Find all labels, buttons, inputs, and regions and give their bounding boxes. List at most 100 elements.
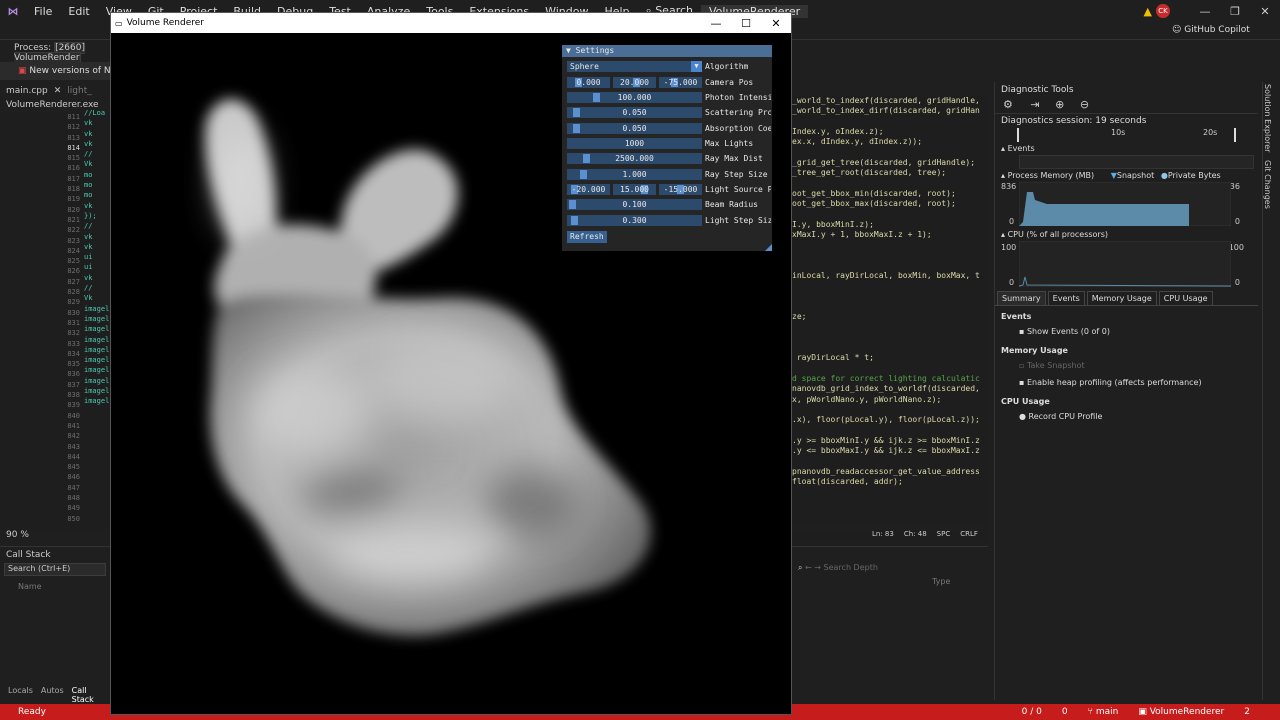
absorption-label: Absorption Coe xyxy=(705,124,771,133)
max-lights-label: Max Lights xyxy=(705,139,754,148)
code-line: // xyxy=(84,150,93,159)
tab-call-stack[interactable]: Call Stack xyxy=(72,686,110,704)
photon-intensity-slider[interactable]: 100.000 xyxy=(567,92,702,103)
maximize-button[interactable]: ☐ xyxy=(731,17,761,30)
line-number: 830 xyxy=(67,308,80,317)
warning-icon[interactable]: ▲ xyxy=(1140,5,1156,18)
max-lights-slider[interactable]: 1000 xyxy=(567,138,702,149)
code-line: vk xyxy=(84,119,93,128)
git-changes-tab[interactable]: Git Changes xyxy=(1263,152,1272,209)
tab-locals[interactable]: Locals xyxy=(8,686,33,700)
show-events-link[interactable]: ▪ Show Events (0 of 0) xyxy=(995,323,1258,340)
events-section-label[interactable]: ▴ Events xyxy=(995,142,1258,155)
tab-main-cpp[interactable]: main.cpp xyxy=(6,86,48,96)
branch-icon: ⑂ xyxy=(1087,707,1096,717)
tab-autos[interactable]: Autos xyxy=(41,686,64,700)
code-line: vk xyxy=(84,139,93,148)
renderer-titlebar[interactable]: ▭ Volume Renderer — ☐ ✕ xyxy=(111,13,791,33)
code-line: imagel xyxy=(84,356,110,365)
code-line: _world_to_index_dirf(discarded, gridHan xyxy=(792,106,980,116)
line-number: 818 xyxy=(67,185,80,194)
camera-pos-x-slider[interactable]: 0.000 xyxy=(567,77,610,88)
memory-section-label[interactable]: ▴ Process Memory (MB) ▼Snapshot ●Private… xyxy=(995,169,1258,182)
close-tab-icon[interactable]: ✕ xyxy=(54,86,62,96)
line-number: 831 xyxy=(67,318,80,327)
call-stack-search[interactable]: Search (Ctrl+E) xyxy=(4,563,106,576)
status-errors[interactable]: 0 / 0 xyxy=(1012,707,1052,717)
algorithm-combo[interactable]: Sphere ▼ xyxy=(567,61,702,72)
settings-header[interactable]: ▼ Settings xyxy=(562,45,772,57)
close-vs-button[interactable]: ✕ xyxy=(1250,5,1280,18)
solution-explorer-tab[interactable]: Solution Explorer xyxy=(1263,82,1272,152)
cpu-section-label[interactable]: ▴ CPU (% of all processors) xyxy=(995,228,1258,241)
export-icon[interactable]: ⇥ xyxy=(1024,98,1045,111)
code-line: imagel xyxy=(84,397,110,406)
zoom-level[interactable]: 90 % xyxy=(6,530,29,540)
ray-step-size-slider[interactable]: 1.000 xyxy=(567,169,702,180)
zoom-in-icon[interactable]: ⊕ xyxy=(1049,98,1070,111)
tab-light[interactable]: light_ xyxy=(67,86,91,96)
record-icon: ● xyxy=(1019,412,1029,421)
status-warnings[interactable]: 0 xyxy=(1052,707,1078,717)
beam-radius-label: Beam Radius xyxy=(705,200,758,209)
code-line: imagel xyxy=(84,366,110,375)
zoom-out-icon[interactable]: ⊖ xyxy=(1074,98,1095,111)
status-repo[interactable]: ▣ VolumeRenderer xyxy=(1128,707,1234,717)
diagnostic-tools-title: Diagnostic Tools xyxy=(1001,85,1074,95)
scattering-slider[interactable]: 0.050 xyxy=(567,107,702,118)
refresh-button[interactable]: Refresh xyxy=(567,231,607,243)
resize-grip-icon[interactable] xyxy=(765,244,772,251)
beam-radius-slider[interactable]: 0.100 xyxy=(567,199,702,210)
record-cpu-profile-button[interactable]: ● Record CPU Profile xyxy=(995,408,1258,425)
settings-gear-icon[interactable]: ⚙ xyxy=(995,98,1021,111)
light-pos-z-slider[interactable]: -15.000 xyxy=(659,184,702,195)
ray-max-dist-slider[interactable]: 2500.000 xyxy=(567,153,702,164)
code-editor-right[interactable]: _world_to_indexf(discarded, gridHandle, _… xyxy=(792,96,988,526)
light-step-size-slider[interactable]: 0.300 xyxy=(567,215,702,226)
tab-summary[interactable]: Summary xyxy=(997,291,1046,305)
line-number: 817 xyxy=(67,174,80,183)
close-button[interactable]: ✕ xyxy=(761,17,791,30)
line-number: 840 xyxy=(67,411,80,420)
take-snapshot-link[interactable]: ▫ Take Snapshot xyxy=(995,357,1258,374)
line-number: 822 xyxy=(67,226,80,235)
code-line: ze; xyxy=(792,312,807,322)
restore-vs-button[interactable]: ❐ xyxy=(1220,5,1250,18)
code-line: Vk xyxy=(84,160,93,169)
light-pos-x-slider[interactable]: -20.000 xyxy=(567,184,610,195)
memory-chart xyxy=(1019,182,1231,226)
tab-memory-usage[interactable]: Memory Usage xyxy=(1086,291,1157,305)
minimize-vs-button[interactable]: — xyxy=(1190,5,1220,18)
code-line: oot_get_bbox_max(discarded, root); xyxy=(792,198,956,208)
code-line: imagel xyxy=(84,376,110,385)
absorption-slider[interactable]: 0.050 xyxy=(567,123,702,134)
copilot-button[interactable]: ☺ GitHub Copilot xyxy=(1172,25,1250,35)
code-line: nanovdb_grid_index_to_worldf(discarded, xyxy=(792,384,980,394)
camera-pos-y-slider[interactable]: 20.000 xyxy=(613,77,656,88)
menu-edit[interactable]: Edit xyxy=(60,5,97,18)
minimize-button[interactable]: — xyxy=(701,17,731,30)
cpu-graph: 100 0 100 0 xyxy=(1001,241,1244,287)
avatar[interactable]: CK xyxy=(1156,4,1170,18)
notifications-badge[interactable]: 2 xyxy=(1234,707,1280,717)
column-name[interactable]: Name xyxy=(0,576,110,597)
line-number: 816 xyxy=(67,164,80,173)
line-number: 832 xyxy=(67,329,80,338)
info-icon: ▣ xyxy=(18,66,30,76)
code-line: imagel xyxy=(84,314,110,323)
heap-profiling-toggle[interactable]: ▪ Enable heap profiling (affects perform… xyxy=(995,374,1258,391)
vs-logo-icon[interactable]: ⋈ xyxy=(0,5,26,18)
line-number: 846 xyxy=(67,473,80,482)
tab-events[interactable]: Events xyxy=(1047,291,1085,305)
menu-file[interactable]: File xyxy=(26,5,60,18)
camera-pos-z-slider[interactable]: -75.000 xyxy=(659,77,702,88)
tab-cpu-usage[interactable]: CPU Usage xyxy=(1158,291,1213,305)
column-type[interactable]: Type xyxy=(792,573,988,586)
light-pos-y-slider[interactable]: 15.000 xyxy=(613,184,656,195)
timeline-ruler[interactable]: 10s 20s xyxy=(1017,128,1236,142)
search-depth-label[interactable]: Search Depth xyxy=(824,563,878,572)
status-branch[interactable]: ⑂ main xyxy=(1078,707,1129,717)
